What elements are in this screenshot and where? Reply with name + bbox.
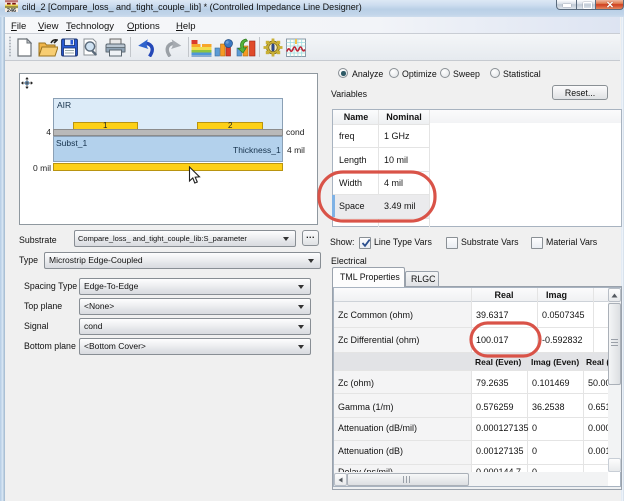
svg-text:246: 246: [7, 8, 16, 12]
